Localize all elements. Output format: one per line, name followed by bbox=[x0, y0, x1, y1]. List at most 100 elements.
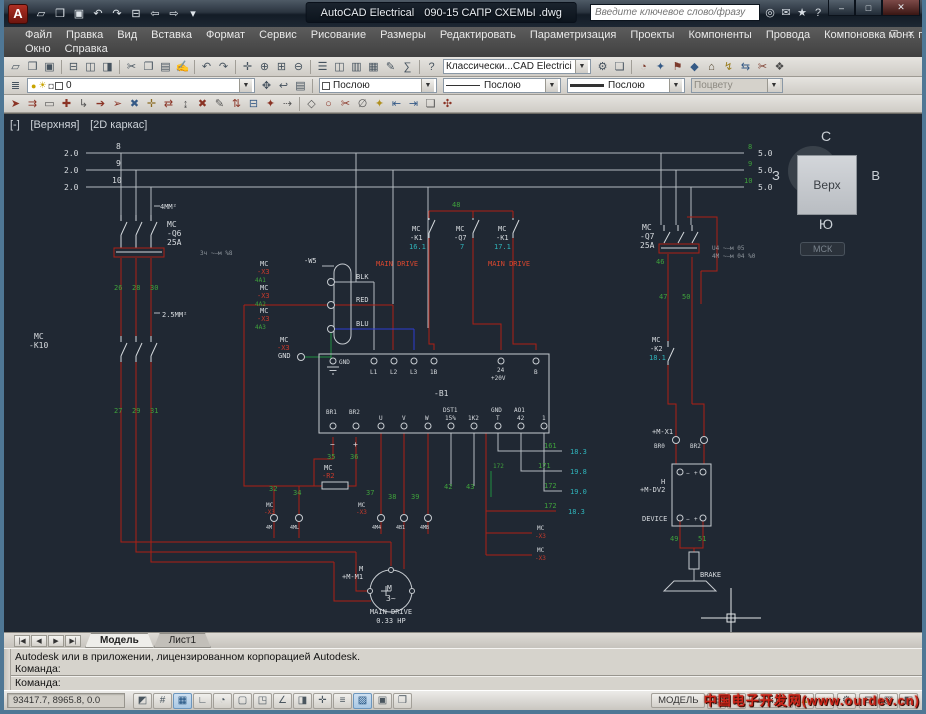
component-outlines[interactable] bbox=[319, 264, 716, 612]
toggle-transparency[interactable]: ▨ bbox=[353, 693, 372, 709]
drawing-canvas[interactable]: [-] [Верхняя] [2D каркас] bbox=[4, 113, 922, 632]
layer-on-icon[interactable]: ● bbox=[31, 81, 36, 91]
doc-minimize-icon[interactable]: ‒ bbox=[870, 29, 884, 40]
ace-multiple-bus-icon[interactable]: ⇉ bbox=[24, 96, 41, 112]
ace-stretch-icon[interactable]: ⇢ bbox=[279, 96, 296, 112]
paste-icon[interactable]: ▤ bbox=[157, 59, 174, 75]
qat-menu-chevron-icon[interactable]: ▾ bbox=[184, 5, 202, 22]
ace-trim-wire-icon[interactable]: ✂ bbox=[337, 96, 354, 112]
ace-terminal-icon[interactable]: ◇ bbox=[303, 96, 320, 112]
toggle-snap[interactable]: # bbox=[153, 693, 172, 709]
properties-icon[interactable]: ☰ bbox=[314, 59, 331, 75]
compass-west[interactable]: З bbox=[772, 168, 780, 183]
ace-leader-icon[interactable]: ↳ bbox=[75, 96, 92, 112]
ace-swap-icon[interactable]: ⇆ bbox=[737, 59, 754, 75]
menu-wires[interactable]: Провода bbox=[759, 29, 817, 41]
tab-layout1[interactable]: Лист1 bbox=[154, 633, 211, 648]
color-dropdown[interactable]: Послою ▼ bbox=[319, 78, 437, 93]
menu-view[interactable]: Вид bbox=[110, 29, 144, 41]
toggle-osnap[interactable]: ▢ bbox=[233, 693, 252, 709]
ic-favorites-icon[interactable]: ★ bbox=[794, 5, 810, 21]
model-space-button[interactable]: МОДЕЛЬ bbox=[651, 693, 705, 708]
ace-xref-icon[interactable]: ✣ bbox=[439, 96, 456, 112]
menu-draw[interactable]: Рисование bbox=[304, 29, 373, 41]
dropdown-arrow-icon[interactable]: ▼ bbox=[545, 79, 558, 92]
ace-delete-component-icon[interactable]: ✖ bbox=[194, 96, 211, 112]
qat-redo-icon[interactable]: ↷ bbox=[108, 5, 126, 22]
open-icon[interactable]: ❒ bbox=[24, 59, 41, 75]
toggle-polar[interactable]: ◔ bbox=[213, 693, 232, 709]
command-window-grip[interactable] bbox=[4, 649, 11, 690]
tab-nav-icon[interactable]: ◀ bbox=[31, 635, 47, 647]
ace-utilities-icon[interactable]: ❖ bbox=[771, 59, 788, 75]
ace-dest-arrow-icon[interactable]: ➢ bbox=[109, 96, 126, 112]
ace-move-icon[interactable]: ✛ bbox=[143, 96, 160, 112]
menu-parametric[interactable]: Параметризация bbox=[523, 29, 623, 41]
quickcalc-icon[interactable]: ∑ bbox=[399, 59, 416, 75]
compass-top-face[interactable]: Верх bbox=[797, 155, 857, 215]
qat-plot-icon[interactable]: ⊟ bbox=[127, 5, 145, 22]
compass-north[interactable]: С bbox=[774, 128, 878, 144]
redo-icon[interactable]: ↷ bbox=[215, 59, 232, 75]
cut-icon[interactable]: ✂ bbox=[123, 59, 140, 75]
toggle-ortho[interactable]: ∟ bbox=[193, 693, 212, 709]
ace-insert-wire-icon[interactable]: ➤ bbox=[7, 96, 24, 112]
doc-restore-icon[interactable]: ❐ bbox=[887, 29, 901, 40]
crosshair-cursor[interactable] bbox=[701, 588, 761, 632]
save-icon[interactable]: ▣ bbox=[41, 59, 58, 75]
dropdown-arrow-icon[interactable]: ▼ bbox=[239, 79, 252, 92]
workspace-save-icon[interactable]: ❏ bbox=[611, 59, 628, 75]
close-button[interactable]: ✕ bbox=[882, 0, 920, 16]
ace-update-icon[interactable]: ✦ bbox=[262, 96, 279, 112]
toolpalettes-icon[interactable]: ▥ bbox=[348, 59, 365, 75]
ace-edit-icon[interactable]: ✎ bbox=[211, 96, 228, 112]
maximize-button[interactable]: □ bbox=[855, 0, 882, 16]
qat-forward-icon[interactable]: ⇨ bbox=[165, 5, 183, 22]
ic-help-icon[interactable]: ? bbox=[810, 5, 826, 21]
menu-components[interactable]: Компоненты bbox=[681, 29, 758, 41]
make-layer-current-icon[interactable]: ✥ bbox=[258, 78, 275, 94]
command-window[interactable]: Autodesk или в приложении, лицензированн… bbox=[4, 648, 922, 690]
undo-icon[interactable]: ↶ bbox=[198, 59, 215, 75]
toggle-otrack[interactable]: ∠ bbox=[273, 693, 292, 709]
tab-nav-icon[interactable]: |◀ bbox=[14, 635, 30, 647]
menu-window[interactable]: Окно bbox=[18, 43, 58, 55]
ace-panel-icon[interactable]: ⌂ bbox=[703, 59, 720, 75]
tab-nav-icon[interactable]: ▶| bbox=[65, 635, 81, 647]
ace-dot-icon[interactable]: ○ bbox=[320, 96, 337, 112]
zoom-previous-icon[interactable]: ⊖ bbox=[290, 59, 307, 75]
menu-tools[interactable]: Сервис bbox=[252, 29, 304, 41]
ace-gap-icon[interactable]: ∅ bbox=[354, 96, 371, 112]
toggle-dynamic-ucs[interactable]: ◨ bbox=[293, 693, 312, 709]
publish-icon[interactable]: ◨ bbox=[99, 59, 116, 75]
qat-save-icon[interactable]: ▣ bbox=[70, 5, 88, 22]
workspace-dropdown[interactable]: Классически...CAD Electrici ▼ bbox=[443, 59, 591, 74]
ace-align-icon[interactable]: ⇄ bbox=[160, 96, 177, 112]
plot-icon[interactable]: ⊟ bbox=[65, 59, 82, 75]
compass-south[interactable]: Ю bbox=[774, 216, 878, 232]
viewport-view-control[interactable]: [Верхняя] bbox=[30, 119, 79, 131]
menu-format[interactable]: Формат bbox=[199, 29, 252, 41]
app-logo-icon[interactable]: A bbox=[8, 4, 28, 24]
ace-dwg-props-icon[interactable]: ❏ bbox=[422, 96, 439, 112]
toggle-selection-cycling[interactable]: ❐ bbox=[393, 693, 412, 709]
sheetset-icon[interactable]: ▦ bbox=[365, 59, 382, 75]
ace-ladder-icon[interactable]: ▭ bbox=[41, 96, 58, 112]
ace-prev-dwg-icon[interactable]: ⇤ bbox=[388, 96, 405, 112]
qat-new-icon[interactable]: ▱ bbox=[32, 5, 50, 22]
menu-projects[interactable]: Проекты bbox=[623, 29, 681, 41]
workspace-settings-icon[interactable]: ⚙ bbox=[594, 59, 611, 75]
view-compass[interactable]: Верх С Ю З В МСК bbox=[774, 130, 878, 256]
dropdown-arrow-icon[interactable]: ▼ bbox=[669, 79, 682, 92]
ace-source-arrow-icon[interactable]: ➔ bbox=[92, 96, 109, 112]
wire-blue[interactable] bbox=[331, 329, 414, 350]
dropdown-arrow-icon[interactable]: ▼ bbox=[575, 60, 588, 73]
menu-dimension[interactable]: Размеры bbox=[373, 29, 433, 41]
ace-component-icon[interactable]: ✖ bbox=[126, 96, 143, 112]
layer-properties-icon[interactable]: ≣ bbox=[7, 78, 24, 94]
qat-undo-icon[interactable]: ↶ bbox=[89, 5, 107, 22]
layer-dropdown[interactable]: ● ☀ ◘ 0 ▼ bbox=[27, 78, 255, 93]
minimize-button[interactable]: ‒ bbox=[828, 0, 855, 16]
dropdown-arrow-icon[interactable]: ▼ bbox=[421, 79, 434, 92]
ace-surfer-icon[interactable]: ✦ bbox=[652, 59, 669, 75]
